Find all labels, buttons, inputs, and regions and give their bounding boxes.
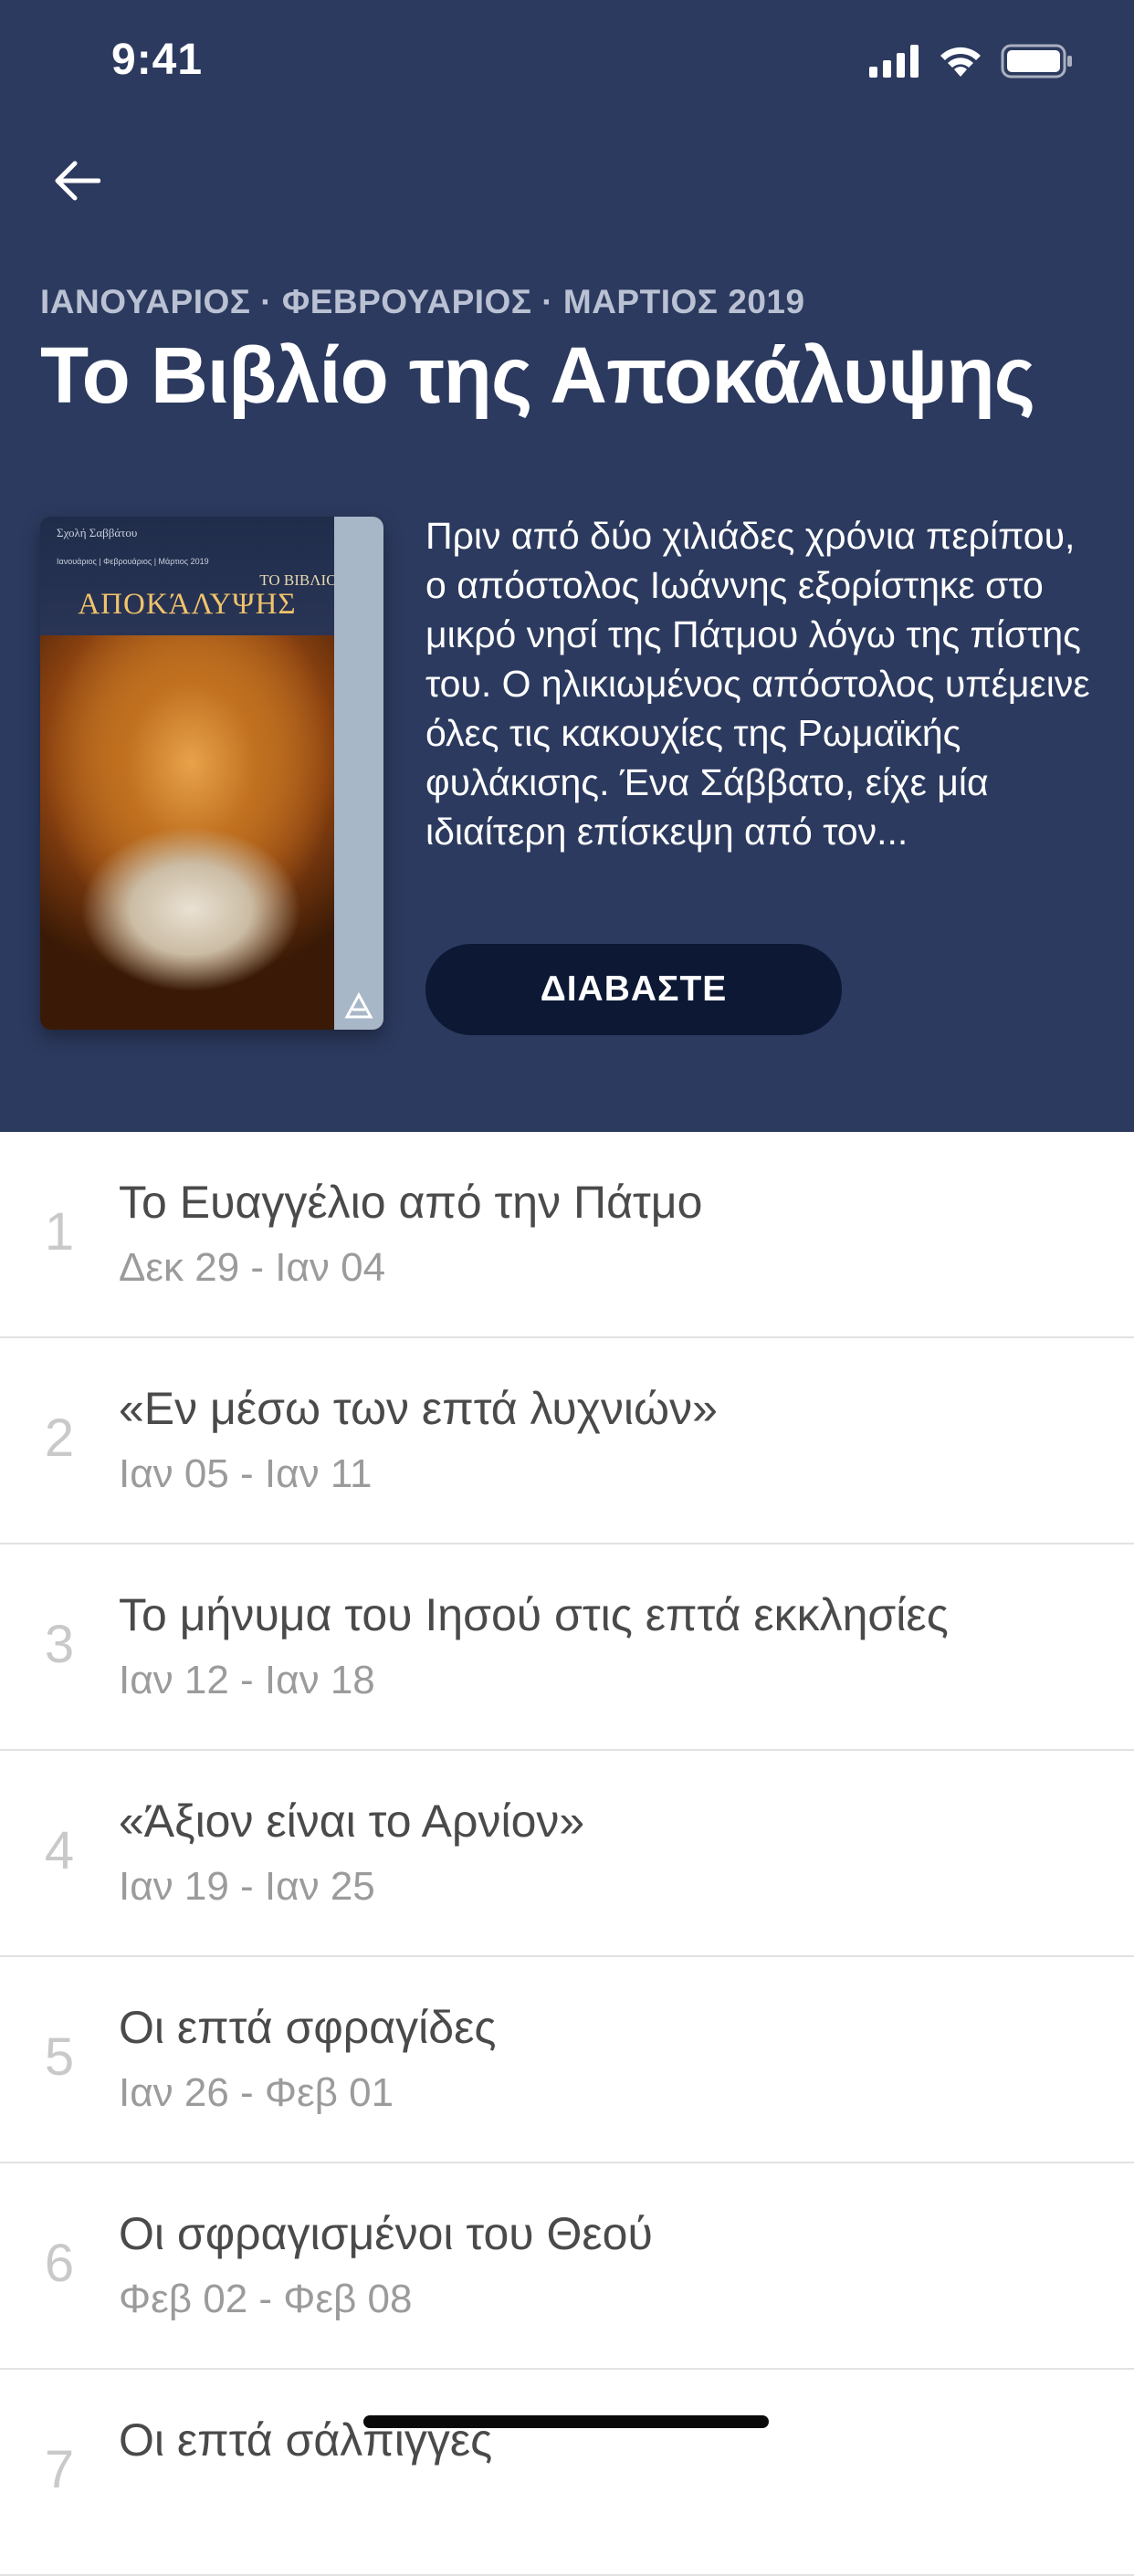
lesson-dates: Ιαν 12 - Ιαν 18: [119, 1658, 375, 1702]
lesson-number: 6: [44, 2234, 75, 2293]
read-button[interactable]: ΔΙΑΒΑΣΤΕ: [425, 944, 842, 1035]
lesson-item[interactable]: 6 Οι σφραγισμένοι του Θεού Φεβ 02 - Φεβ …: [0, 2163, 1134, 2370]
lesson-dates: Ιαν 19 - Ιαν 25: [119, 1864, 375, 1909]
lesson-item[interactable]: 1 Το Ευαγγέλιο από την Πάτμο Δεκ 29 - Ια…: [0, 1132, 1134, 1338]
quarterly-description: Πριν από δύο χιλιάδες χρόνια περίπου, ο …: [425, 515, 1090, 853]
cover-spine: [334, 517, 383, 1030]
quarter-label: ΙΑΝΟΥΑΡΙΟΣ · ΦΕΒΡΟΥΑΡΙΟΣ · ΜΑΡΤΙΟΣ 2019: [40, 283, 805, 320]
lesson-number: 4: [44, 1821, 75, 1880]
back-button[interactable]: [40, 144, 113, 217]
lesson-dates: Δεκ 29 - Ιαν 04: [119, 1245, 386, 1290]
lesson-dates: Ιαν 26 - Φεβ 01: [119, 2070, 394, 2115]
lesson-title: Οι σφραγισμένοι του Θεού: [119, 2208, 653, 2259]
lesson-title: Οι επτά σφραγίδες: [119, 2002, 497, 2053]
wifi-icon: [940, 47, 981, 77]
lesson-item[interactable]: 3 Το μήνυμα του Ιησού στις επτά εκκλησίε…: [0, 1545, 1134, 1751]
battery-icon: [1001, 44, 1072, 79]
lesson-item[interactable]: 2 «Εν μέσω των επτά λυχνιών» Ιαν 05 - Ια…: [0, 1338, 1134, 1545]
lesson-title: Το Ευαγγέλιο από την Πάτμο: [119, 1177, 703, 1228]
lesson-item[interactable]: 5 Οι επτά σφραγίδες Ιαν 26 - Φεβ 01: [0, 1957, 1134, 2163]
cover-title: ΑΠΟΚΆΛΥΨΗΣ: [78, 588, 297, 621]
lesson-list: 1 Το Ευαγγέλιο από την Πάτμο Δεκ 29 - Ια…: [0, 1132, 1134, 2576]
arrow-left-icon: [55, 161, 100, 201]
quarterly-cover-image: Σχολή Σαββάτου Ιανουάριος | Φεβρουάριος …: [40, 517, 383, 1030]
lesson-number: 7: [44, 2440, 75, 2499]
lesson-item[interactable]: 4 «Άξιον είναι το Αρνίον» Ιαν 19 - Ιαν 2…: [0, 1751, 1134, 1957]
lesson-number: 1: [44, 1202, 75, 1262]
lesson-title: «Άξιον είναι το Αρνίον»: [119, 1796, 585, 1847]
status-bar: 9:41: [0, 0, 1134, 128]
lesson-title: «Εν μέσω των επτά λυχνιών»: [119, 1383, 718, 1434]
lesson-quarterly-header: 9:41 ΙΑΝΟΥΑΡΙΟΣ · ΦΕΒΡΟΥΑΡΙΟΣ · ΜΑΡΤΙΟΣ …: [0, 0, 1134, 1132]
lesson-dates: Ιαν 05 - Ιαν 11: [119, 1451, 373, 1496]
status-icons: [869, 38, 1074, 84]
status-time: 9:41: [111, 36, 204, 84]
signal-icon: [869, 45, 919, 78]
cover-dates-label: Ιανουάριος | Φεβρουάριος | Μάρτιος 2019: [57, 557, 209, 566]
lesson-number: 2: [44, 1408, 75, 1468]
cover-school-label: Σχολή Σαββάτου: [57, 526, 138, 539]
page-title: Το Βιβλίο της Αποκάλυψης: [40, 331, 1035, 420]
lesson-number: 3: [44, 1615, 75, 1674]
lesson-number: 5: [44, 2027, 75, 2087]
lesson-title: Το μήνυμα του Ιησού στις επτά εκκλησίες: [119, 1589, 949, 1640]
lesson-item[interactable]: 7 Οι επτά σάλπιγγες: [0, 2370, 1134, 2576]
lesson-dates: Φεβ 02 - Φεβ 08: [119, 2277, 413, 2321]
home-indicator: [363, 2415, 769, 2428]
church-logo-icon: [344, 991, 373, 1019]
